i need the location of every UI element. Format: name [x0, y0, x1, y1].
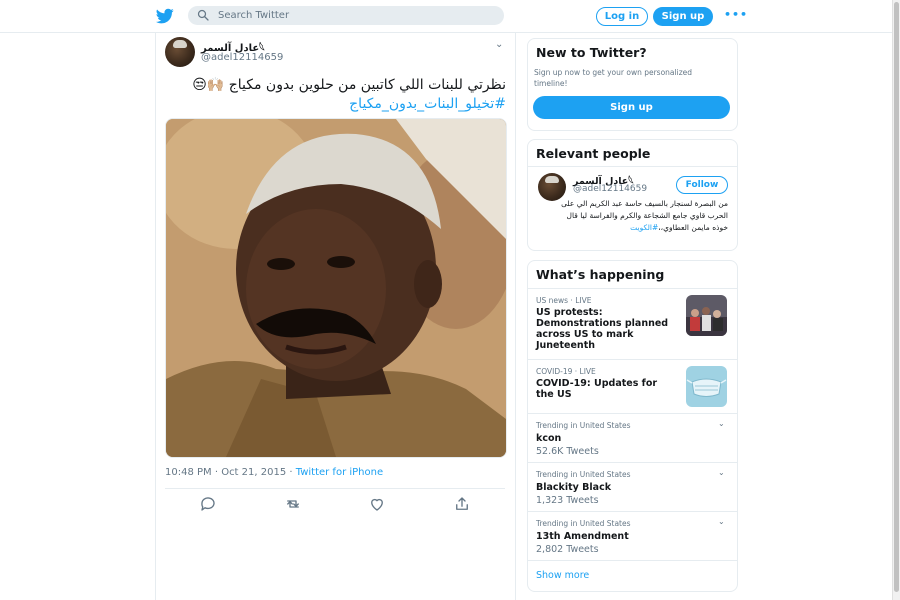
share-icon[interactable] [453, 495, 471, 513]
like-icon[interactable] [368, 495, 386, 513]
trend-item[interactable]: Trending in United States 13th Amendment… [528, 511, 737, 561]
tweet-detail-column: عادل آلسمر𓆩 @adel12114659 ⌄ نظرتي للبنات… [155, 33, 516, 600]
search-box[interactable] [188, 6, 504, 25]
top-navigation-bar: Log in Sign up ••• [0, 0, 892, 33]
tweet-body-text: نظرتي للبنات اللي كاتبين من حلوين بدون م… [228, 77, 506, 93]
trend-tweet-count: 1,323 Tweets [536, 495, 599, 506]
trend-topic: 13th Amendment [536, 531, 629, 542]
trend-thumbnail [686, 295, 727, 336]
tweet-hashtag-link[interactable]: #تخيلو_البنات_بدون_مكياج [174, 94, 506, 114]
new-to-twitter-subtitle: Sign up now to get your own personalized… [534, 68, 693, 88]
whats-happening-title: What’s happening [536, 267, 665, 282]
follow-button[interactable]: Follow [676, 176, 728, 194]
tweet-timestamp: 10:48 PM · Oct 21, 2015 · Twitter for iP… [165, 467, 383, 478]
trend-topic: Blackity Black [536, 482, 612, 493]
show-more-row: Show more [528, 560, 737, 591]
trend-item[interactable]: Trending in United States Blackity Black… [528, 462, 737, 512]
search-icon [197, 9, 209, 21]
author-handle[interactable]: @adel12114659 [201, 52, 283, 63]
relevant-person-bio: من البصرة لسنجار بالسيف حاسة عبد الكريم … [558, 198, 728, 234]
photo-illustration [166, 119, 506, 457]
relevant-person-avatar[interactable] [538, 173, 566, 201]
trend-tweet-count: 52.6K Tweets [536, 446, 599, 457]
signup-card-button[interactable]: Sign up [533, 96, 730, 119]
relevant-people-title: Relevant people [536, 146, 651, 161]
tweet-source-link[interactable]: Twitter for iPhone [296, 467, 383, 478]
trend-meta: Trending in United States [536, 519, 631, 528]
tweet-emoji: 🙌🏼😒 [192, 77, 225, 93]
new-to-twitter-card: New to Twitter? Sign up now to get your … [527, 38, 738, 131]
chevron-down-icon[interactable]: ⌄ [718, 468, 725, 477]
new-to-twitter-title: New to Twitter? [536, 45, 647, 60]
timestamp-text: 10:48 PM · Oct 21, 2015 · [165, 467, 296, 478]
login-button[interactable]: Log in [596, 7, 648, 26]
relevant-person-handle[interactable]: @adel12114659 [573, 184, 647, 194]
whats-happening-card: What’s happening US news · LIVE US prote… [527, 260, 738, 592]
author-avatar[interactable] [165, 37, 195, 67]
reply-icon[interactable] [199, 495, 217, 513]
retweet-icon[interactable] [284, 495, 302, 513]
tweet-photo[interactable] [165, 118, 507, 458]
twitter-bird-icon[interactable] [156, 7, 174, 25]
search-input[interactable] [218, 6, 488, 25]
trend-item[interactable]: Trending in United States kcon 52.6K Twe… [528, 413, 737, 463]
trend-topic: COVID-19: Updates for the US [536, 378, 658, 400]
trend-meta: COVID-19 · LIVE [536, 367, 596, 376]
trend-topic: US protests: Demonstrations planned acro… [536, 307, 669, 351]
more-options-icon[interactable]: ••• [724, 9, 748, 21]
chevron-down-icon[interactable]: ⌄ [718, 517, 725, 526]
chevron-down-icon[interactable]: ⌄ [495, 39, 503, 50]
signup-button[interactable]: Sign up [653, 7, 713, 26]
divider [528, 166, 737, 167]
page-scrollbar[interactable] [892, 0, 900, 600]
relevant-people-card: Relevant people عادل آلسمر𓆩 @adel1211465… [527, 139, 738, 251]
tweet-text: نظرتي للبنات اللي كاتبين من حلوين بدون م… [174, 75, 506, 95]
trend-meta: Trending in United States [536, 470, 631, 479]
trend-meta: US news · LIVE [536, 296, 592, 305]
divider [165, 488, 505, 489]
trend-item[interactable]: COVID-19 · LIVE COVID-19: Updates for th… [528, 359, 737, 414]
bio-hashtag-link[interactable]: #الكويت [630, 223, 658, 232]
chevron-down-icon[interactable]: ⌄ [718, 419, 725, 428]
trend-topic: kcon [536, 433, 562, 444]
trend-meta: Trending in United States [536, 421, 631, 430]
trend-tweet-count: 2,802 Tweets [536, 544, 599, 555]
trend-thumbnail [686, 366, 727, 407]
show-more-link[interactable]: Show more [536, 570, 589, 581]
scrollbar-thumb[interactable] [894, 2, 899, 592]
trend-item[interactable]: US news · LIVE US protests: Demonstratio… [528, 288, 737, 360]
